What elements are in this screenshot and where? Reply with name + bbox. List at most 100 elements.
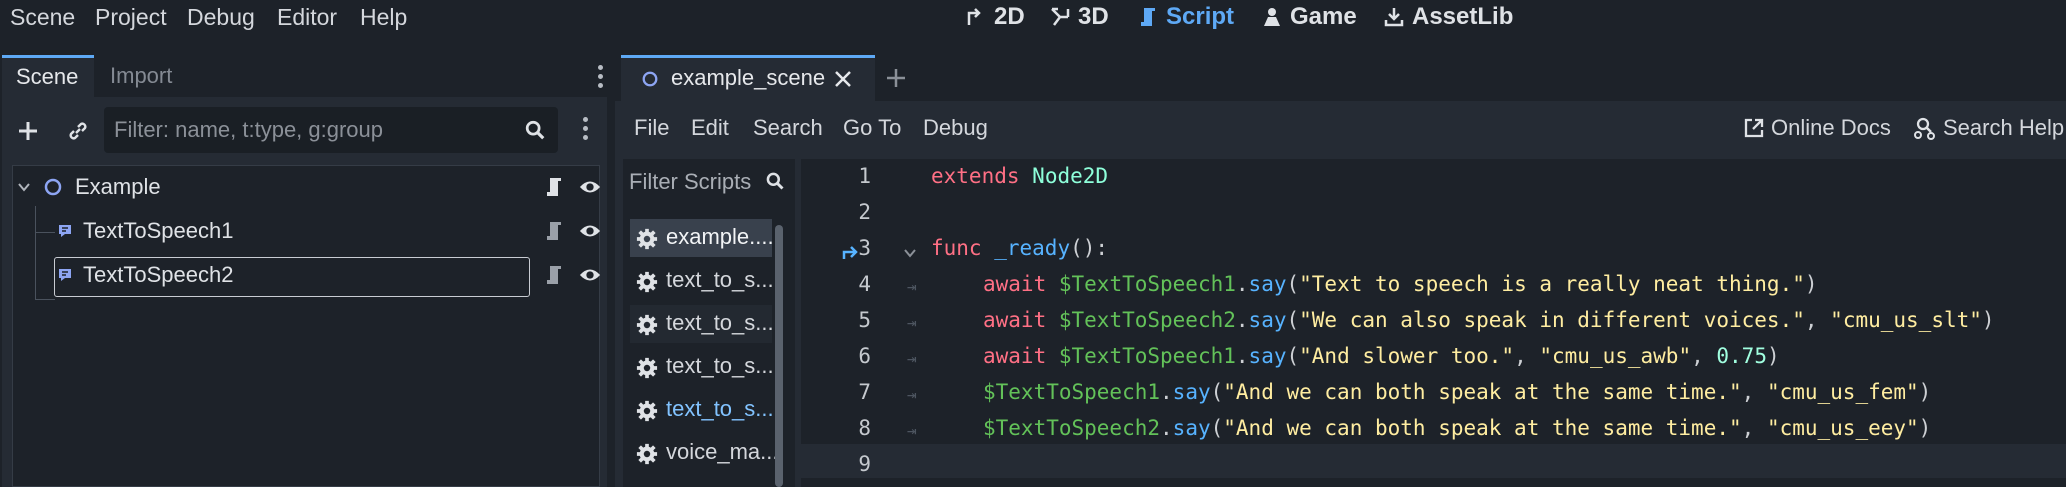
- line-number: 1: [858, 164, 871, 188]
- gear-icon: [636, 357, 658, 379]
- code-line-3: func _ready():: [931, 236, 1109, 260]
- assetlib-icon: [1384, 8, 1404, 27]
- fold-chevron-icon[interactable]: [903, 247, 917, 259]
- 3d-icon: [1051, 7, 1070, 26]
- visibility-eye-icon[interactable]: [579, 221, 601, 241]
- menu-goto[interactable]: Go To: [843, 115, 901, 141]
- tree-item-texttospeech2[interactable]: TextToSpeech2: [13, 255, 601, 297]
- code-line-6: await $TextToSpeech1.say("And slower too…: [983, 344, 1780, 368]
- line-number: 2: [858, 200, 871, 224]
- filter-scripts-input[interactable]: Filter Scripts: [629, 169, 751, 195]
- tree-item-label: Example: [75, 174, 161, 199]
- search-icon: [766, 172, 784, 190]
- scene-tree: Example TextToSpeech1 TextToSpeech2: [12, 165, 601, 487]
- code-editor[interactable]: 1 2 3 4 5 6 7 8 9 ⇥ ⇥ ⇥ ⇥ ⇥ extends Node…: [801, 159, 2066, 487]
- line-number: 4: [858, 272, 871, 296]
- code-line-8: $TextToSpeech2.say("And we can both spea…: [983, 416, 1932, 440]
- visibility-eye-icon[interactable]: [579, 265, 601, 285]
- scene-dock: Scene Import Filter: name, t:type, g:gro…: [2, 55, 607, 487]
- tree-item-example[interactable]: Example: [13, 167, 601, 207]
- filter-nodes-placeholder: Filter: name, t:type, g:group: [114, 117, 384, 142]
- external-link-icon: [1744, 118, 1764, 138]
- attached-script-icon[interactable]: [544, 220, 564, 242]
- workspace-script-button[interactable]: Script: [1136, 3, 1234, 31]
- indent-marker-icon: ⇥: [907, 421, 917, 440]
- close-icon[interactable]: [834, 70, 852, 88]
- script-item[interactable]: example....: [630, 219, 774, 257]
- workspace-3d-button[interactable]: 3D: [1048, 3, 1109, 31]
- scene-dock-tabs: Scene Import: [2, 55, 607, 97]
- search-help-icon: [1914, 117, 1935, 140]
- menu-search[interactable]: Search: [753, 115, 823, 141]
- workspace-script-label: Script: [1166, 3, 1235, 30]
- current-line-highlight: [801, 444, 2066, 478]
- game-icon: [1264, 8, 1280, 26]
- gear-icon: [636, 443, 658, 465]
- script-item[interactable]: text_to_s...: [630, 348, 774, 386]
- tree-item-texttospeech1[interactable]: TextToSpeech1: [13, 211, 601, 251]
- filter-nodes-input[interactable]: Filter: name, t:type, g:group: [104, 107, 558, 153]
- script-item-label: text_to_s...: [666, 353, 774, 378]
- script-item[interactable]: voice_ma...: [630, 434, 779, 472]
- workspace-game-button[interactable]: Game: [1260, 3, 1357, 31]
- menu-project[interactable]: Project: [95, 4, 167, 31]
- menu-editor[interactable]: Editor: [277, 4, 337, 31]
- node2d-icon: [642, 71, 658, 87]
- gear-icon: [636, 271, 658, 293]
- collapse-chevron-icon[interactable]: [17, 180, 31, 194]
- tab-scene[interactable]: Scene: [2, 55, 94, 97]
- tab-example-scene[interactable]: example_scene: [621, 55, 875, 101]
- script-icon: [1141, 8, 1155, 26]
- line-number: 9: [858, 452, 871, 476]
- code-line-4: await $TextToSpeech1.say("Text to speech…: [983, 272, 1818, 296]
- line-number: 6: [858, 344, 871, 368]
- menu-help[interactable]: Help: [360, 4, 407, 31]
- top-menu-bar: Scene Project Debug Editor Help 2D 3D Sc…: [0, 0, 2066, 38]
- script-item[interactable]: text_to_s...: [630, 391, 774, 429]
- script-item[interactable]: text_to_s...: [630, 262, 774, 300]
- gear-icon: [636, 228, 658, 250]
- add-tab-icon[interactable]: [885, 67, 907, 89]
- code-line-5: await $TextToSpeech2.say("We can also sp…: [983, 308, 1995, 332]
- dock-menu-icon[interactable]: [598, 65, 604, 92]
- menu-edit[interactable]: Edit: [691, 115, 729, 141]
- scene-options-icon[interactable]: [583, 117, 589, 144]
- scripts-scrollbar[interactable]: [775, 225, 783, 487]
- indent-marker-icon: ⇥: [907, 385, 917, 404]
- workspace-2d-button[interactable]: 2D: [964, 3, 1025, 31]
- script-item-label: text_to_s...: [666, 310, 774, 335]
- online-docs-label: Online Docs: [1771, 115, 1891, 140]
- script-item[interactable]: text_to_s...: [630, 305, 774, 343]
- gear-icon: [636, 314, 658, 336]
- menu-scene[interactable]: Scene: [10, 4, 75, 31]
- line-number: 5: [858, 308, 871, 332]
- scene-tabs: example_scene: [615, 55, 2066, 101]
- script-item-label: example....: [666, 224, 774, 249]
- tab-import[interactable]: Import: [96, 55, 196, 97]
- visibility-eye-icon[interactable]: [579, 177, 601, 197]
- 2d-icon: [967, 8, 981, 25]
- script-editor: example_scene File Edit Search Go To Deb…: [615, 55, 2066, 487]
- tree-item-label: TextToSpeech2: [83, 262, 234, 287]
- online-docs-button[interactable]: Online Docs: [1743, 115, 1891, 141]
- workspace-2d-label: 2D: [994, 3, 1025, 30]
- script-item-label: voice_ma...: [666, 439, 779, 464]
- link-icon[interactable]: [66, 119, 90, 143]
- tree-item-label: TextToSpeech1: [83, 218, 234, 243]
- menu-debug[interactable]: Debug: [187, 4, 255, 31]
- search-help-button[interactable]: Search Help: [1913, 115, 2064, 141]
- workspace-assetlib-button[interactable]: AssetLib: [1382, 3, 1513, 31]
- menu-debug-script[interactable]: Debug: [923, 115, 988, 141]
- attached-script-icon[interactable]: [544, 176, 564, 198]
- script-item-label: text_to_s...: [666, 267, 774, 292]
- code-line-1: extends Node2D: [931, 164, 1109, 188]
- speech-node-icon: [59, 269, 71, 281]
- attached-script-icon[interactable]: [544, 264, 564, 286]
- workspace-3d-label: 3D: [1078, 3, 1109, 30]
- line-number: 8: [858, 416, 871, 440]
- menu-file[interactable]: File: [634, 115, 669, 141]
- connected-signal-icon[interactable]: [841, 242, 861, 262]
- indent-marker-icon: ⇥: [907, 313, 917, 332]
- add-node-icon[interactable]: [16, 119, 40, 143]
- indent-marker-icon: ⇥: [907, 277, 917, 296]
